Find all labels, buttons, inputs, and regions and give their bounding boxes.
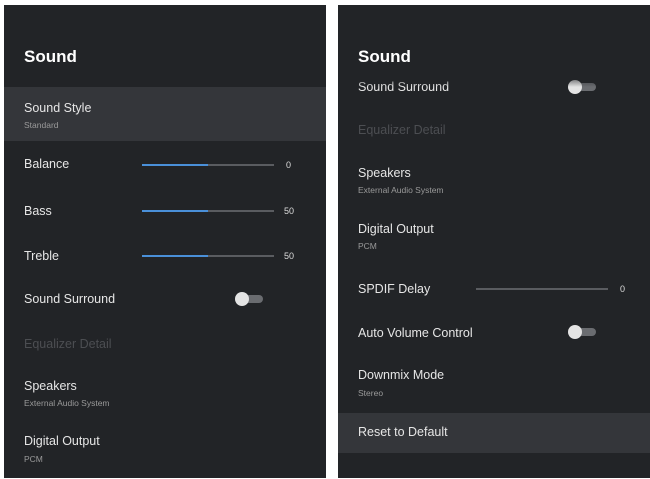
speakers-label: Speakers: [358, 166, 411, 180]
balance-value: 0: [286, 160, 292, 170]
downmix-mode-label: Downmix Mode: [358, 368, 445, 382]
reset-to-default-button[interactable]: Reset to Default: [338, 413, 650, 453]
menu-item-bass[interactable]: Bass 50: [4, 191, 326, 231]
menu-item-sound-style[interactable]: Sound Style Standard: [4, 87, 326, 141]
menu-item-equalizer-detail: Equalizer Detail: [4, 327, 326, 363]
page-title: Sound: [358, 47, 411, 66]
menu-item-sound-surround[interactable]: Sound Surround: [4, 281, 326, 321]
sound-surround-toggle[interactable]: [235, 292, 263, 306]
page-title: Sound: [24, 47, 77, 66]
auto-volume-control-toggle[interactable]: [568, 325, 596, 339]
sound-style-value: Standard: [24, 120, 59, 130]
digital-output-label: Digital Output: [24, 434, 100, 448]
balance-label: Balance: [24, 157, 70, 171]
menu-item-auto-volume-control[interactable]: Auto Volume Control: [338, 315, 650, 355]
sound-panel-left: Sound Sound Style Standard Balance 0 Bas…: [4, 5, 326, 478]
equalizer-detail-label: Equalizer Detail: [358, 123, 446, 137]
downmix-mode-value: Stereo: [358, 388, 384, 398]
auto-volume-control-label: Auto Volume Control: [358, 326, 473, 340]
speakers-value: External Audio System: [358, 185, 444, 195]
menu-item-spdif-delay[interactable]: SPDIF Delay 0: [338, 271, 650, 311]
toggle-knob: [568, 325, 582, 339]
menu-item-downmix-mode[interactable]: Downmix Mode Stereo: [338, 359, 650, 409]
bass-slider-fill: [142, 210, 208, 212]
bass-value: 50: [284, 206, 295, 216]
sound-style-label: Sound Style: [24, 101, 92, 115]
treble-slider-fill: [142, 255, 208, 257]
digital-output-value: PCM: [358, 241, 377, 251]
bass-slider[interactable]: [142, 210, 274, 212]
menu-item-digital-output[interactable]: Digital Output PCM: [4, 425, 326, 475]
sound-panel-right: Sound Surround Sound Equalizer Detail Sp…: [338, 5, 650, 478]
treble-label: Treble: [24, 249, 59, 263]
menu-item-speakers[interactable]: Speakers External Audio System: [4, 369, 326, 419]
treble-slider[interactable]: [142, 255, 274, 257]
toggle-knob: [235, 292, 249, 306]
speakers-label: Speakers: [24, 379, 77, 393]
treble-value: 50: [284, 251, 295, 261]
speakers-value: External Audio System: [24, 398, 110, 408]
menu-item-treble[interactable]: Treble 50: [4, 236, 326, 276]
scroll-fade: [338, 73, 650, 87]
menu-item-speakers[interactable]: Speakers External Audio System: [338, 157, 650, 207]
balance-slider[interactable]: [142, 164, 274, 166]
digital-output-value: PCM: [24, 454, 43, 464]
spdif-delay-label: SPDIF Delay: [358, 282, 431, 296]
sound-surround-label: Sound Surround: [24, 292, 116, 306]
digital-output-label: Digital Output: [358, 222, 434, 236]
menu-item-equalizer-detail: Equalizer Detail: [338, 115, 650, 149]
bass-label: Bass: [24, 204, 52, 218]
spdif-delay-slider[interactable]: [476, 288, 608, 290]
menu-item-balance[interactable]: Balance 0: [4, 145, 326, 185]
balance-slider-fill: [142, 164, 208, 166]
menu-item-digital-output[interactable]: Digital Output PCM: [338, 213, 650, 263]
spdif-delay-value: 0: [620, 284, 626, 294]
equalizer-detail-label: Equalizer Detail: [24, 337, 112, 351]
reset-to-default-label: Reset to Default: [358, 425, 448, 439]
